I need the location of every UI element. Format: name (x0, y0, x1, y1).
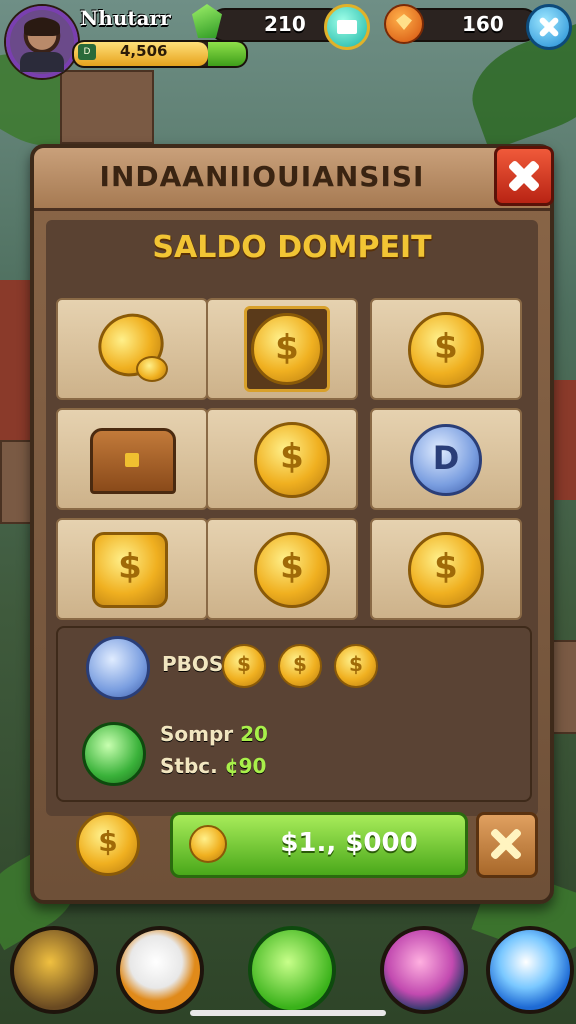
dialog-title-bar: INDAANIIOUIANSISI (34, 146, 554, 211)
buy-button[interactable]: $1., $000 (170, 812, 468, 878)
pbos-label: PBOS (162, 652, 224, 676)
stbc-row: Stbc. ¢90 (160, 754, 267, 778)
green-gem-emblem-icon (82, 722, 146, 786)
player-avatar[interactable] (6, 6, 78, 78)
coin-icon: $ (334, 644, 378, 688)
blue-shield-icon (86, 636, 150, 700)
sompr-row: Sompr 20 (160, 722, 268, 746)
grid-cell-square-coin[interactable]: $ (56, 518, 208, 620)
wallet-dialog: INDAANIIOUIANSISI SALDO DOMPEIT $ $ $ D … (30, 144, 554, 904)
player-name: Nhutarr (80, 6, 171, 30)
xp-value: 4,506 (120, 42, 168, 60)
ticket-add-button[interactable] (324, 4, 370, 50)
close-button[interactable] (494, 146, 554, 206)
balance-info-box: PBOS $ $ $ Sompr 20 Stbc. ¢90 (56, 626, 532, 802)
home-indicator[interactable] (190, 1010, 386, 1016)
sword-icon[interactable] (248, 926, 336, 1014)
coin-icon: $ (222, 644, 266, 688)
footer-coin-icon: $ (76, 812, 140, 876)
orange-gem-icon (384, 4, 424, 44)
blue-coin-icon: D (410, 424, 482, 496)
gold-count: 160 (462, 12, 504, 36)
crown-icon[interactable] (10, 926, 98, 1014)
dialog-subtitle: SALDO DOMPEIT (152, 230, 432, 265)
grid-cell-blue-coin[interactable]: D (370, 408, 522, 510)
level-badge: D (78, 44, 96, 60)
coin-icon: $ (278, 644, 322, 688)
add-gold-button[interactable] (526, 4, 572, 50)
grid-cell-coin[interactable]: $ (206, 408, 358, 510)
gem-box-icon[interactable] (380, 926, 468, 1014)
gem-count: 210 (264, 12, 306, 36)
grid-cell-coin[interactable]: $ (370, 298, 522, 400)
buy-button-label: $1., $000 (280, 828, 418, 858)
grid-cell-framed-coin[interactable]: $ (206, 298, 358, 400)
treasure-chest-icon (90, 428, 176, 494)
grid-cell-coin[interactable]: $ (206, 518, 358, 620)
cancel-button[interactable] (476, 812, 538, 878)
star-icon[interactable] (486, 926, 574, 1014)
feather-icon[interactable] (116, 926, 204, 1014)
coin-icon (189, 825, 227, 863)
grid-cell-coin[interactable]: $ (370, 518, 522, 620)
dialog-title: INDAANIIOUIANSISI (99, 160, 425, 193)
grid-cell-chest[interactable] (56, 408, 208, 510)
grid-cell-coin-pile[interactable] (56, 298, 208, 400)
